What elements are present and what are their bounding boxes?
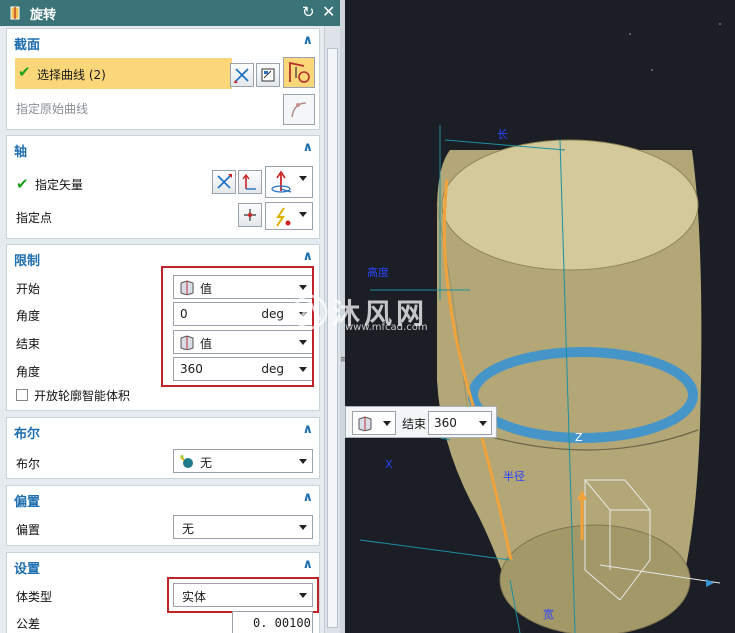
select-curve-label: 选择曲线 (2) [37, 68, 106, 82]
section-limits: 限制 ∧ 开始 值 角度 0 deg 结束 值 角度 360 deg 开放轮廓智… [6, 244, 320, 411]
background-stars [629, 23, 721, 71]
chevron-down-icon[interactable] [479, 421, 487, 426]
section-settings: 设置 ∧ 体类型 实体 公差 0. 00100 [6, 552, 320, 633]
value-icon [358, 416, 372, 431]
vector-reverse-button[interactable] [212, 170, 236, 194]
section-settings-title: 设置 [14, 562, 41, 577]
popup-end-input[interactable]: 360 [428, 411, 492, 435]
watermark-logo-icon [292, 294, 328, 330]
inferred-vector-icon [271, 170, 292, 193]
curve-rule-icon [234, 68, 249, 83]
dialog-title-bar[interactable]: 旋转 ↻ ✕ [0, 0, 345, 26]
watermark-url: www.mfcad.com [345, 322, 428, 333]
dim-label-width: 宽 [543, 608, 554, 621]
section-offset-header[interactable]: 偏置 ∧ [7, 486, 319, 512]
chevron-up-icon[interactable]: ∧ [302, 422, 313, 437]
open-profile-label: 开放轮廓智能体积 [34, 389, 131, 403]
offset-label: 偏置 [16, 523, 41, 537]
vector-dialog-button[interactable] [238, 170, 262, 194]
point-type-dropdown[interactable] [265, 202, 313, 230]
offset-value: 无 [182, 522, 195, 536]
end-label: 结束 [16, 337, 41, 351]
chevron-up-icon[interactable]: ∧ [302, 33, 313, 48]
point-dialog-button[interactable] [238, 203, 262, 227]
section-boolean-header[interactable]: 布尔 ∧ [7, 418, 319, 444]
original-curve-icon [291, 102, 307, 118]
tolerance-value: 0. 00100 [253, 616, 311, 630]
open-profile-checkbox[interactable] [16, 389, 28, 401]
popup-limit-dropdown[interactable] [352, 411, 396, 435]
chevron-down-icon [299, 525, 307, 530]
chevron-down-icon [383, 421, 391, 426]
section-limits-title: 限制 [14, 254, 41, 269]
check-icon: ✔ [18, 63, 31, 81]
axis-z-label: Z [575, 431, 583, 444]
section-curve-icon [289, 61, 310, 83]
tolerance-label: 公差 [16, 617, 41, 631]
boolean-value: 无 [200, 456, 213, 470]
vector-type-dropdown[interactable] [265, 166, 313, 198]
reset-icon[interactable]: ↻ [302, 3, 315, 21]
vector-label: 指定矢量 [35, 178, 84, 192]
sketch-icon [261, 68, 275, 82]
chevron-down-icon [299, 176, 307, 181]
offset-dropdown[interactable]: 无 [173, 515, 313, 539]
on-screen-input: 结束 360 [345, 406, 497, 438]
chevron-up-icon[interactable]: ∧ [302, 490, 313, 505]
tolerance-input[interactable]: 0. 00100 [232, 611, 313, 633]
section-curve-button[interactable] [283, 57, 315, 88]
dim-label-length: 长 [497, 128, 508, 141]
section-cross-header[interactable]: 截面 ∧ [7, 29, 319, 55]
section-boolean-title: 布尔 [14, 427, 41, 442]
popup-end-value: 360 [434, 416, 457, 430]
section-cross: 截面 ∧ ✔ 选择曲线 (2) 指定原始曲线 [6, 28, 320, 130]
scrollbar-thumb[interactable] [327, 48, 338, 628]
popup-end-label: 结束 [402, 417, 427, 431]
sketch-section-button[interactable] [256, 63, 280, 87]
start-angle-label: 角度 [16, 309, 41, 323]
chevron-down-icon [299, 459, 307, 464]
section-offset: 偏置 ∧ 偏置 无 [6, 485, 320, 546]
boolean-dropdown[interactable]: 无 [173, 449, 313, 473]
chevron-up-icon[interactable]: ∧ [302, 557, 313, 572]
point-label: 指定点 [16, 211, 53, 225]
dim-label-x: X [385, 458, 393, 471]
section-boolean: 布尔 ∧ 布尔 无 [6, 417, 320, 479]
section-axis: 轴 ∧ ✔ 指定矢量 指定点 [6, 135, 320, 239]
dialog-title: 旋转 [30, 8, 57, 23]
original-curve-label: 指定原始曲线 [16, 102, 89, 116]
section-settings-header[interactable]: 设置 ∧ [7, 553, 319, 579]
check-icon: ✔ [16, 175, 29, 193]
reverse-direction-icon [217, 174, 232, 189]
body-type-label: 体类型 [16, 590, 53, 604]
end-angle-label: 角度 [16, 365, 41, 379]
section-offset-title: 偏置 [14, 495, 41, 510]
chevron-down-icon [299, 212, 307, 217]
vector-dialog-icon [242, 173, 256, 190]
section-cross-title: 截面 [14, 38, 41, 53]
close-icon[interactable]: ✕ [322, 2, 335, 21]
section-axis-header[interactable]: 轴 ∧ [7, 136, 319, 162]
start-label: 开始 [16, 282, 41, 296]
curve-rule-button[interactable] [230, 63, 254, 87]
point-dialog-icon [244, 209, 256, 221]
dim-label-radius: 半径 [503, 470, 525, 483]
revolve-icon [10, 6, 20, 20]
select-curve-row[interactable]: ✔ 选择曲线 (2) [15, 58, 232, 89]
dim-label-height: 高度 [367, 266, 389, 279]
inferred-point-icon [276, 207, 291, 227]
chevron-up-icon[interactable]: ∧ [302, 140, 313, 155]
boolean-none-icon [180, 455, 193, 468]
boolean-label: 布尔 [16, 457, 41, 471]
chevron-up-icon[interactable]: ∧ [302, 249, 313, 264]
original-curve-button[interactable] [283, 94, 315, 125]
section-axis-title: 轴 [14, 145, 28, 160]
body-type-highlight-box [167, 577, 319, 613]
